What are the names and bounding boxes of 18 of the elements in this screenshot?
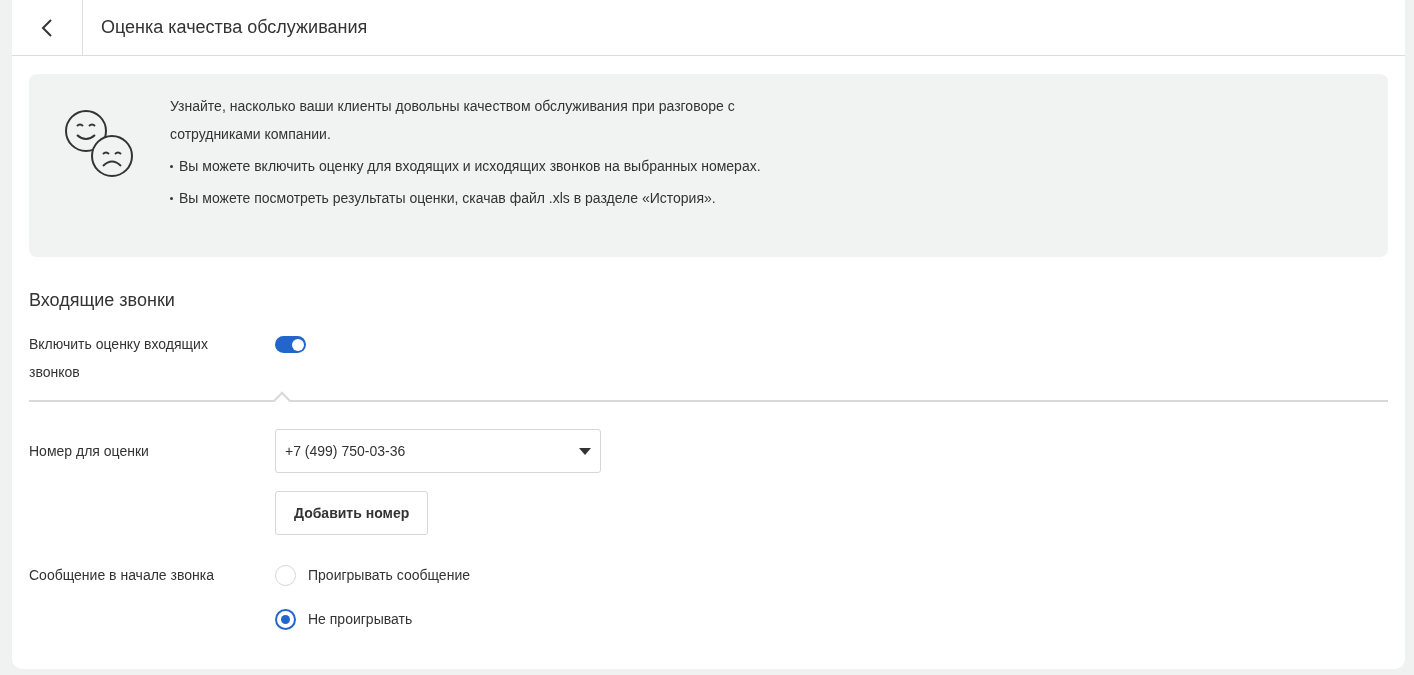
radio-option[interactable]: Проигрывать сообщение [275, 553, 470, 597]
bullet-icon [170, 197, 173, 200]
page-title: Оценка качества обслуживания [101, 16, 368, 39]
number-dropdown[interactable]: +7 (499) 750-03-36 [275, 429, 601, 473]
faces-icon [65, 110, 135, 178]
section-title: Входящие звонки [29, 289, 176, 312]
field-label: Номер для оценки [29, 441, 150, 461]
caret-icon [579, 447, 591, 455]
field-label: Включить оценку входящих звонков [29, 335, 209, 382]
bullet-icon [170, 165, 173, 168]
info-text: Узнайте, насколько ваши клиенты довольны качеством обслуживания при разговоре с сотрудниками компании. [170, 97, 736, 144]
radio-option[interactable]: Не проигрывать [275, 597, 470, 641]
field-label: Сообщение в начале звонка [29, 566, 215, 585]
back-icon [41, 17, 53, 38]
info-bullet: Вы можете включить оценку для входящих и исходящих звонков на выбранных номерах. [179, 157, 762, 176]
toggle-switch[interactable] [275, 336, 306, 353]
info-bullet: Вы можете посмотреть результаты оценки, скачав файл .xls в разделе «История». [179, 189, 717, 208]
add-number-button[interactable]: Добавить номер [275, 491, 429, 535]
